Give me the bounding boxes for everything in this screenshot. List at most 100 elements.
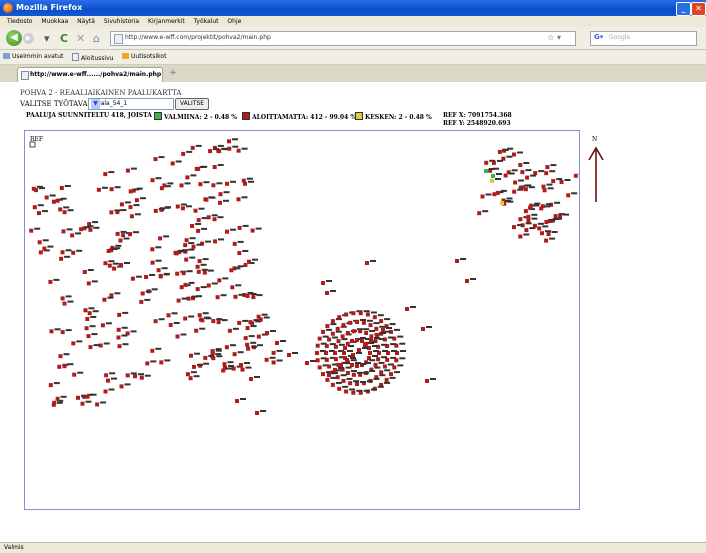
pile-marker[interactable] [346,331,350,335]
pile-marker[interactable] [109,210,113,214]
pile-marker[interactable] [528,206,532,210]
pile-marker[interactable] [207,215,211,219]
pile-marker[interactable] [184,258,188,262]
pile-marker[interactable] [366,313,370,317]
pile-marker[interactable] [327,373,331,377]
select-button[interactable]: VALITSE [175,98,209,110]
pile-marker[interactable] [352,329,356,333]
pile-marker[interactable] [121,233,125,237]
pile-marker[interactable] [339,363,343,367]
pile-marker[interactable] [182,271,186,275]
pile-marker[interactable] [325,358,329,362]
pile-marker[interactable] [85,326,89,330]
pile-marker[interactable] [389,372,393,376]
pile-marker[interactable] [62,229,66,233]
pile-marker[interactable] [167,313,171,317]
pile-marker[interactable] [545,165,549,169]
tab-active[interactable]: http://www.e-wff....../pohva2/main.php [17,67,163,82]
pile-marker[interactable] [184,283,188,287]
pile-marker[interactable] [383,365,387,369]
pile-marker[interactable] [196,167,200,171]
pile-marker[interactable] [491,174,495,178]
pile-marker[interactable] [496,191,500,195]
pile-marker[interactable] [247,260,251,264]
pile-marker[interactable] [198,182,202,186]
pile-marker[interactable] [217,320,221,324]
pile-marker[interactable] [248,320,252,324]
pile-marker[interactable] [325,344,329,348]
pile-marker[interactable] [537,226,541,230]
pile-marker[interactable] [95,403,99,407]
pile-marker[interactable] [477,211,481,215]
pile-marker[interactable] [211,319,215,323]
pile-marker[interactable] [455,259,459,263]
menu-bookmarks[interactable]: Kirjanmerkit [148,18,185,25]
pile-marker[interactable] [120,202,124,206]
pile-marker[interactable] [359,311,363,315]
pile-marker[interactable] [108,264,112,268]
pile-marker[interactable] [135,198,139,202]
pile-marker[interactable] [38,240,42,244]
pile-marker[interactable] [85,317,89,321]
pile-marker[interactable] [72,373,76,377]
new-tab-button[interactable]: + [166,68,180,80]
pile-marker[interactable] [490,179,494,183]
pile-marker[interactable] [203,271,207,275]
pile-marker[interactable] [369,334,373,338]
pile-marker[interactable] [246,347,250,351]
pile-marker[interactable] [242,179,246,183]
pile-marker[interactable] [574,174,578,178]
pile-marker[interactable] [203,197,207,201]
pile-marker[interactable] [237,149,241,153]
pile-marker[interactable] [56,397,60,401]
pile-marker[interactable] [102,298,106,302]
pile-marker[interactable] [83,270,87,274]
pile-marker[interactable] [374,363,378,367]
pile-marker[interactable] [343,346,347,350]
pile-marker[interactable] [177,299,181,303]
pile-marker[interactable] [181,206,185,210]
pile-marker[interactable] [70,233,74,237]
pile-marker[interactable] [225,345,229,349]
pile-marker[interactable] [145,361,149,365]
pile-marker[interactable] [56,199,60,203]
reload-icon[interactable]: C [60,32,68,45]
pile-marker[interactable] [61,330,65,334]
pile-marker[interactable] [233,242,237,246]
pile-marker[interactable] [227,139,231,143]
pile-marker[interactable] [218,201,222,205]
pile-marker[interactable] [525,176,529,180]
pile-marker[interactable] [500,201,504,205]
pile-marker[interactable] [63,210,67,214]
pile-marker[interactable] [198,259,202,263]
pile-marker[interactable] [144,275,148,279]
pile-marker[interactable] [336,327,340,331]
pile-marker[interactable] [183,243,187,247]
search-box[interactable]: G▾ Google [590,31,697,46]
pile-marker[interactable] [203,356,207,360]
pile-marker[interactable] [225,230,229,234]
pile-marker[interactable] [119,263,123,267]
pile-marker[interactable] [524,209,528,213]
pile-marker[interactable] [185,238,189,242]
menu-help[interactable]: Ohje [227,18,241,25]
close-button[interactable]: ✕ [691,2,706,16]
pile-marker[interactable] [287,353,291,357]
pile-marker[interactable] [50,329,54,333]
menu-history[interactable]: Sivuhistoria [104,18,139,25]
pile-marker[interactable] [348,321,352,325]
pile-marker[interactable] [63,302,67,306]
pile-marker[interactable] [336,375,340,379]
pile-marker[interactable] [498,150,502,154]
pile-marker[interactable] [533,171,537,175]
pile-marker[interactable] [348,381,352,385]
pile-marker[interactable] [543,188,547,192]
pile-marker[interactable] [109,293,113,297]
pile-marker[interactable] [227,147,231,151]
pile-marker[interactable] [265,358,269,362]
pile-marker[interactable] [126,373,130,377]
pile-marker[interactable] [334,357,338,361]
pile-marker[interactable] [257,315,261,319]
pile-marker[interactable] [151,178,155,182]
pile-marker[interactable] [251,295,255,299]
